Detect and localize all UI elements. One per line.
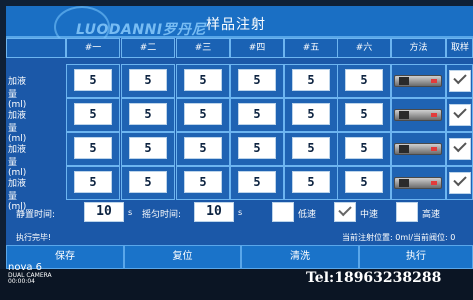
speed-high-label: 高速 bbox=[422, 210, 441, 220]
volume-input[interactable]: 5 bbox=[345, 171, 383, 193]
method-selector[interactable] bbox=[394, 177, 442, 189]
method-knob-icon bbox=[399, 77, 409, 85]
volume-input[interactable]: 5 bbox=[292, 69, 330, 91]
page-title: 样品注射 bbox=[206, 17, 266, 33]
column-header: #一 bbox=[66, 38, 120, 58]
position-readout: 当前注射位置: 0ml/当前阀位: 0 bbox=[342, 233, 456, 242]
row-label: 加液量(ml) bbox=[8, 77, 27, 110]
method-knob-icon bbox=[399, 145, 409, 153]
check-icon bbox=[453, 70, 467, 85]
camera-watermark: nova 6 DUAL CAMERA 00:00:04 bbox=[8, 262, 52, 285]
volume-input[interactable]: 5 bbox=[238, 137, 276, 159]
sample-header: 取样 bbox=[446, 38, 473, 58]
column-header: #二 bbox=[121, 38, 175, 58]
method-indicator-icon bbox=[431, 113, 437, 117]
speed-mid-label: 中速 bbox=[360, 210, 379, 220]
static-time-label: 静置时间: bbox=[16, 210, 56, 220]
hmi-screen: LUODANNI罗丹尼 样品注射 #一 #二 #三 #四 #五 #六 方法 取样加液量(ml)… bbox=[0, 0, 473, 300]
title-bar: LUODANNI罗丹尼 样品注射 bbox=[6, 6, 473, 48]
method-selector[interactable] bbox=[394, 109, 442, 121]
tel-watermark: Tel:18963238288 bbox=[306, 270, 442, 286]
status-message: 执行完毕! bbox=[16, 233, 52, 242]
grid-corner bbox=[6, 38, 66, 58]
method-selector[interactable] bbox=[394, 143, 442, 155]
row-label: 加液量(ml) bbox=[8, 145, 27, 178]
volume-input[interactable]: 5 bbox=[74, 137, 112, 159]
reset-button[interactable]: 复位 bbox=[124, 245, 241, 269]
settings-row: 静置时间: 10 s 摇匀时间: 10 s 低速 中速 高速 bbox=[6, 198, 473, 226]
check-icon bbox=[453, 138, 467, 153]
volume-input[interactable]: 5 bbox=[184, 103, 222, 125]
volume-input[interactable]: 5 bbox=[129, 171, 167, 193]
volume-input[interactable]: 5 bbox=[184, 171, 222, 193]
volume-input[interactable]: 5 bbox=[345, 69, 383, 91]
execute-button[interactable]: 执行 bbox=[359, 245, 473, 269]
volume-input[interactable]: 5 bbox=[292, 171, 330, 193]
method-indicator-icon bbox=[431, 181, 437, 185]
column-header: #四 bbox=[230, 38, 284, 58]
volume-input[interactable]: 5 bbox=[238, 171, 276, 193]
volume-input[interactable]: 5 bbox=[238, 103, 276, 125]
shake-time-label: 摇匀时间: bbox=[142, 210, 182, 220]
method-selector[interactable] bbox=[394, 75, 442, 87]
shake-time-unit: s bbox=[238, 208, 243, 217]
method-header: 方法 bbox=[391, 38, 446, 58]
speed-mid-checkbox[interactable] bbox=[334, 202, 356, 222]
volume-input[interactable]: 5 bbox=[292, 103, 330, 125]
shake-time-input[interactable]: 10 bbox=[194, 202, 234, 222]
sample-checkbox[interactable] bbox=[449, 172, 471, 194]
row-label: 加液量(ml) bbox=[8, 111, 27, 144]
volume-input[interactable]: 5 bbox=[129, 69, 167, 91]
volume-input[interactable]: 5 bbox=[345, 103, 383, 125]
volume-input[interactable]: 5 bbox=[129, 103, 167, 125]
volume-input[interactable]: 5 bbox=[238, 69, 276, 91]
volume-input[interactable]: 5 bbox=[74, 171, 112, 193]
camera-time: 00:00:04 bbox=[8, 278, 35, 285]
sample-checkbox[interactable] bbox=[449, 138, 471, 160]
volume-input[interactable]: 5 bbox=[184, 69, 222, 91]
static-time-input[interactable]: 10 bbox=[84, 202, 124, 222]
check-icon bbox=[453, 172, 467, 187]
sample-checkbox[interactable] bbox=[449, 104, 471, 126]
sample-checkbox[interactable] bbox=[449, 70, 471, 92]
status-bar: 执行完毕! 当前注射位置: 0ml/当前阀位: 0 bbox=[6, 230, 473, 244]
volume-input[interactable]: 5 bbox=[74, 69, 112, 91]
check-icon bbox=[338, 202, 352, 217]
method-knob-icon bbox=[399, 111, 409, 119]
logo: LUODANNI罗丹尼 bbox=[76, 22, 207, 38]
clean-button[interactable]: 清洗 bbox=[241, 245, 359, 269]
volume-input[interactable]: 5 bbox=[129, 137, 167, 159]
method-knob-icon bbox=[399, 179, 409, 187]
button-bar: 保存 复位 清洗 执行 bbox=[6, 245, 473, 269]
static-time-unit: s bbox=[128, 208, 133, 217]
method-indicator-icon bbox=[431, 79, 437, 83]
volume-input[interactable]: 5 bbox=[292, 137, 330, 159]
volume-input[interactable]: 5 bbox=[184, 137, 222, 159]
check-icon bbox=[453, 104, 467, 119]
column-header: #六 bbox=[337, 38, 391, 58]
column-header: #三 bbox=[176, 38, 230, 58]
volume-input[interactable]: 5 bbox=[345, 137, 383, 159]
volume-input[interactable]: 5 bbox=[74, 103, 112, 125]
method-indicator-icon bbox=[431, 147, 437, 151]
speed-low-checkbox[interactable] bbox=[272, 202, 294, 222]
speed-low-label: 低速 bbox=[298, 210, 317, 220]
column-header: #五 bbox=[284, 38, 338, 58]
speed-high-checkbox[interactable] bbox=[396, 202, 418, 222]
